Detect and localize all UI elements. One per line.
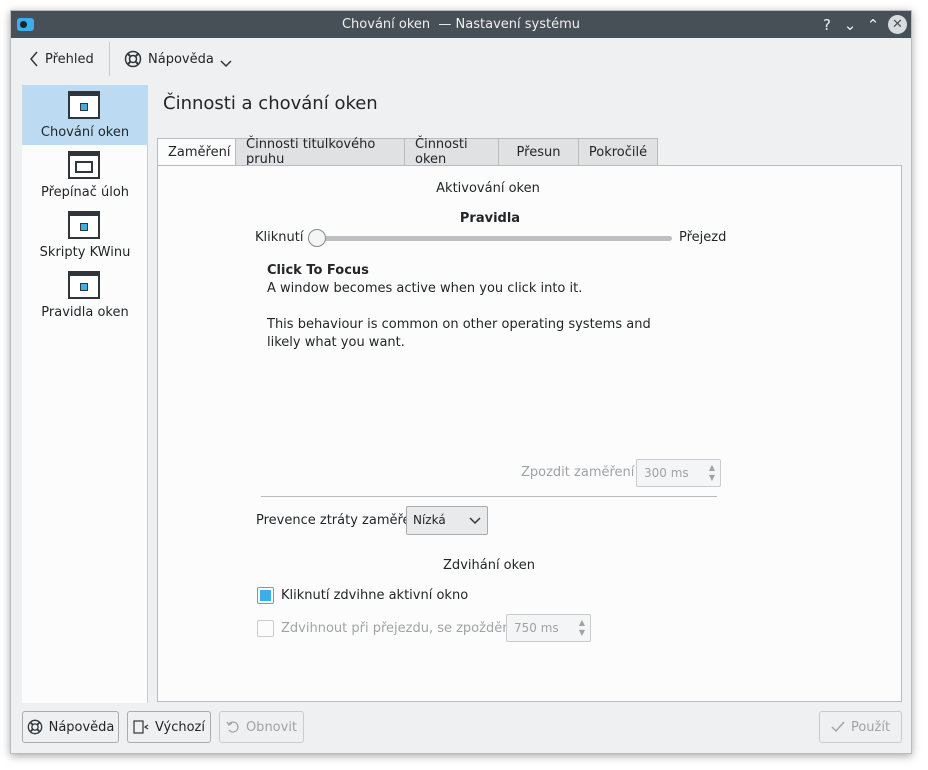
help-menu-label: Nápověda [148,51,214,67]
tab-advanced[interactable]: Pokročilé [579,138,658,166]
chevron-left-icon [30,51,38,67]
help-button-label: Nápověda [48,719,115,735]
sidebar-item-window-rules[interactable]: Pravidla oken [22,265,148,325]
defaults-button[interactable]: Výchozí [127,711,211,743]
chevron-down-icon [220,60,232,68]
focus-delay-value: 300 ms [644,466,689,480]
policy-description-line: likely what you want. [267,335,405,350]
focus-policy-slider-handle[interactable] [308,229,326,247]
click-raise-label[interactable]: Kliknutí zdvihne aktivní okno [281,588,468,603]
window-icon [68,271,100,299]
sidebar-item-task-switcher[interactable]: Přepínač úloh [22,145,148,205]
back-overview-label: Přehled [45,51,94,67]
sidebar-item-window-behavior[interactable]: Chování oken [22,85,148,145]
click-raise-checkbox[interactable] [257,587,274,604]
tab-bar: Zaměření Činnosti titulkového pruhu Činn… [157,137,658,167]
defaults-button-label: Výchozí [154,719,205,735]
lifebuoy-icon [124,50,142,68]
help-button[interactable]: Nápověda [22,711,119,743]
document-revert-icon [133,720,149,734]
slider-left-label: Kliknutí [255,230,304,245]
hover-raise-delay-value: 750 ms [514,621,559,635]
chevron-down-icon [469,517,481,525]
tab-focus[interactable]: Zaměření [157,138,236,166]
hover-raise-delay-spinbox[interactable]: 750 ms ▲ ▼ [506,614,591,642]
back-overview-button[interactable]: Přehled [29,48,94,70]
undo-icon [226,721,239,733]
spin-arrows-icon[interactable]: ▲ ▼ [579,618,585,638]
activation-section-title: Aktivování oken [436,181,540,196]
hover-raise-label[interactable]: Zdvihnout při přejezdu, se zpožděním [281,621,527,636]
apply-button[interactable]: Použít [819,711,902,743]
sidebar-item-kwin-scripts[interactable]: Skripty KWinu [22,205,148,265]
spin-arrows-icon[interactable]: ▲ ▼ [709,463,715,483]
policy-title: Pravidla [459,211,521,226]
window-icon [68,91,100,119]
settings-window: Chování oken — Nastavení systému ? ⌄ ⌃ ✕… [10,10,912,754]
sidebar-item-label: Skripty KWinu [39,245,131,260]
focus-policy-slider-track[interactable] [310,236,672,241]
focus-stealing-prevention-select[interactable]: Nízká [406,506,488,535]
sidebar-item-label: Přepínač úloh [40,185,130,200]
slider-right-label: Přejezd [679,230,727,245]
minimize-icon[interactable]: ⌄ [840,15,860,35]
apply-button-label: Použít [850,719,891,735]
reset-button-label: Obnovit [245,719,298,735]
tab-window-actions[interactable]: Činnosti oken [405,137,499,167]
task-switcher-icon [68,151,100,179]
toolbar-separator [109,42,110,76]
policy-description-title: Click To Focus [267,263,369,278]
focus-delay-label: Zpozdit zaměření o [521,465,647,480]
focus-delay-spinbox[interactable]: 300 ms ▲ ▼ [636,459,721,487]
maximize-icon[interactable]: ⌃ [863,15,883,35]
window-title: Chování oken — Nastavení systému [341,17,580,32]
title-bar: Chování oken — Nastavení systému ? ⌄ ⌃ ✕ [11,11,911,38]
policy-description-line: This behaviour is common on other operat… [267,317,651,332]
reset-button[interactable]: Obnovit [219,711,304,743]
checkmark-icon [831,721,845,733]
hover-raise-checkbox[interactable] [257,620,274,637]
sidebar-item-label: Pravidla oken [41,305,129,320]
toolbar: Přehled Nápověda [11,38,911,85]
help-context-icon[interactable]: ? [817,15,837,35]
lifebuoy-icon [27,719,42,735]
page-title: Činnosti a chování oken [163,93,378,114]
window-icon [68,211,100,239]
tab-movement[interactable]: Přesun [499,138,579,166]
close-icon[interactable]: ✕ [888,15,907,34]
section-divider [261,496,717,497]
module-sidebar: Chování oken Přepínač úloh Skripty KWinu… [22,85,148,703]
focus-stealing-prevention-label: Prevence ztráty zaměření [256,513,423,528]
raise-section-title: Zdvihání oken [443,558,535,573]
focus-tab-panel: Aktivování oken Pravidla Kliknutí Přejez… [157,165,902,702]
sidebar-item-label: Chování oken [40,125,130,140]
help-menu-button[interactable]: Nápověda [124,48,232,70]
focus-stealing-prevention-value: Nízká [413,513,446,527]
tab-titlebar-actions[interactable]: Činnosti titulkového pruhu [236,137,405,167]
policy-description-line: A window becomes active when you click i… [267,281,583,296]
